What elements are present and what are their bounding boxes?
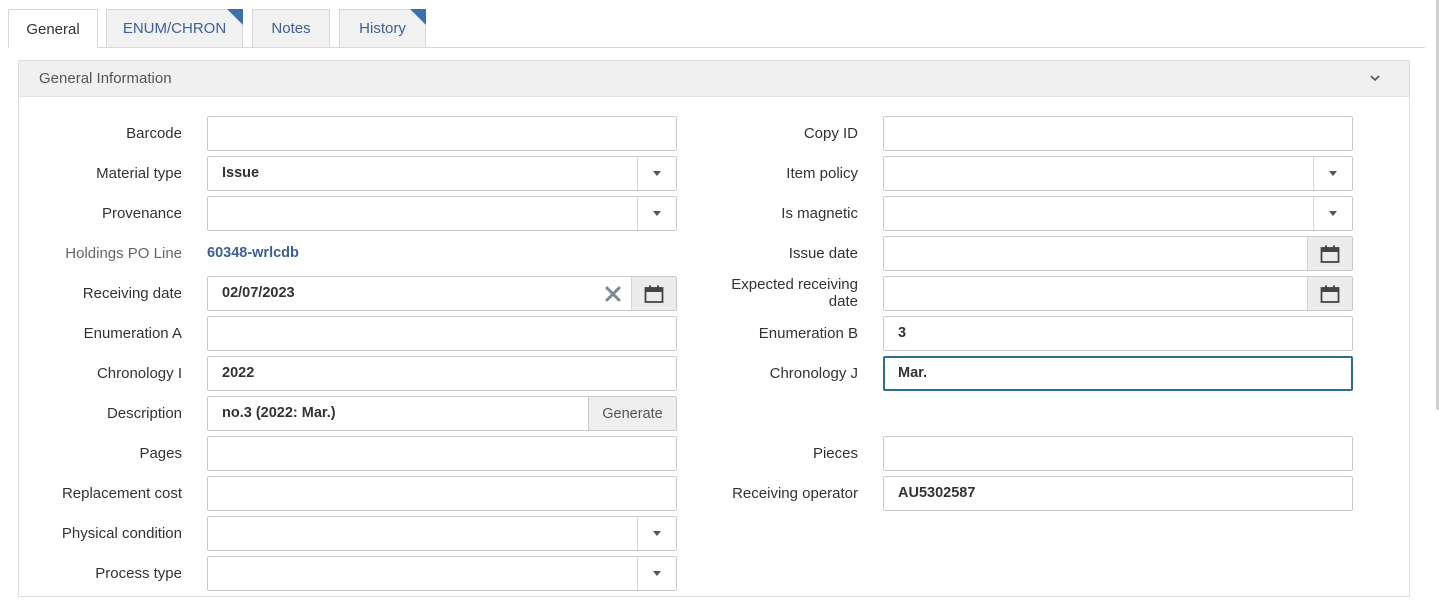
chronology-j-label: Chronology J [769, 365, 858, 382]
enumeration-a-label: Enumeration A [83, 325, 182, 342]
chronology-i-label: Chronology I [96, 365, 182, 382]
generate-button[interactable]: Generate [588, 397, 676, 430]
tab-enum-chron[interactable]: ENUM/CHRON [106, 9, 243, 47]
copy-id-label: Copy ID [803, 125, 858, 142]
dropdown-toggle[interactable] [1313, 157, 1352, 190]
tab-history[interactable]: History [339, 9, 426, 47]
is-magnetic-select[interactable] [883, 196, 1353, 231]
dropdown-toggle[interactable] [637, 157, 676, 190]
item-policy-label: Item policy [786, 165, 858, 182]
tab-notes[interactable]: Notes [252, 9, 330, 47]
receiving-date-label: Receiving date [82, 285, 182, 302]
material-type-label: Material type [96, 165, 182, 182]
dropdown-toggle[interactable] [637, 557, 676, 590]
label-line: Expected receiving [731, 276, 858, 293]
copy-id-input[interactable] [883, 116, 1353, 151]
process-type-select[interactable] [207, 556, 677, 591]
barcode-label: Barcode [126, 125, 182, 142]
tab-general[interactable]: General [8, 9, 98, 48]
description-label: Description [106, 405, 182, 422]
calendar-icon [644, 285, 664, 303]
enumeration-a-input[interactable] [207, 316, 677, 351]
receiving-date-calendar-button[interactable] [631, 277, 676, 310]
chronology-i-input[interactable]: 2022 [207, 356, 677, 391]
dropdown-toggle[interactable] [637, 197, 676, 230]
receiving-date-input[interactable]: 02/07/2023 [207, 276, 677, 311]
tab-label: History [359, 20, 406, 37]
provenance-label: Provenance [101, 205, 182, 222]
chevron-down-icon[interactable] [1369, 72, 1381, 84]
chronology-j-value: Mar. [898, 365, 928, 381]
expected-receiving-date-input[interactable] [883, 276, 1353, 311]
replacement-cost-input[interactable] [207, 476, 677, 511]
enumeration-b-value: 3 [898, 325, 907, 341]
receiving-operator-value: AU5302587 [898, 485, 976, 501]
issue-date-input[interactable] [883, 236, 1353, 271]
receiving-date-value: 02/07/2023 [222, 285, 295, 301]
item-policy-select[interactable] [883, 156, 1353, 191]
chronology-j-input[interactable]: Mar. [883, 356, 1353, 391]
process-type-label: Process type [95, 565, 182, 582]
label-line: date [828, 293, 858, 310]
chevron-down-icon [653, 171, 661, 176]
chevron-down-icon [653, 531, 661, 536]
tab-corner-indicator-icon [227, 9, 243, 25]
pages-input[interactable] [207, 436, 677, 471]
tab-corner-indicator-icon [410, 9, 426, 25]
chevron-down-icon [1329, 171, 1337, 176]
holdings-po-line-link[interactable]: 60348-wrlcdb [207, 245, 299, 261]
material-type-value: Issue [222, 165, 260, 181]
tabs-divider [8, 47, 1425, 48]
tab-label: ENUM/CHRON [122, 20, 227, 37]
calendar-icon [1320, 285, 1340, 303]
pieces-label: Pieces [812, 445, 858, 462]
dropdown-toggle[interactable] [637, 517, 676, 550]
physical-condition-select[interactable] [207, 516, 677, 551]
is-magnetic-label: Is magnetic [781, 205, 858, 222]
physical-condition-label: Physical condition [61, 525, 182, 542]
pieces-input[interactable] [883, 436, 1353, 471]
expected-receiving-date-calendar-button[interactable] [1307, 277, 1352, 310]
material-type-select[interactable]: Issue [207, 156, 677, 191]
holdings-po-line-label: Holdings PO Line [65, 245, 182, 262]
panel-title: General Information [39, 70, 172, 87]
calendar-icon [1320, 245, 1340, 263]
expected-receiving-date-label: Expected receiving date [700, 276, 858, 310]
receiving-operator-input[interactable]: AU5302587 [883, 476, 1353, 511]
description-input[interactable]: no.3 (2022: Mar.) Generate [207, 396, 677, 431]
receiving-operator-label: Receiving operator [732, 485, 858, 502]
chevron-down-icon [1329, 211, 1337, 216]
provenance-select[interactable] [207, 196, 677, 231]
clear-icon[interactable] [604, 285, 622, 303]
pages-label: Pages [139, 445, 182, 462]
chevron-down-icon [653, 571, 661, 576]
issue-date-label: Issue date [788, 245, 858, 262]
issue-date-calendar-button[interactable] [1307, 237, 1352, 270]
barcode-input[interactable] [207, 116, 677, 151]
replacement-cost-label: Replacement cost [61, 485, 182, 502]
chronology-i-value: 2022 [222, 365, 255, 381]
chevron-down-icon [653, 211, 661, 216]
dropdown-toggle[interactable] [1313, 197, 1352, 230]
description-value: no.3 (2022: Mar.) [222, 405, 336, 421]
enumeration-b-input[interactable]: 3 [883, 316, 1353, 351]
panel-header[interactable]: General Information [19, 61, 1409, 97]
enumeration-b-label: Enumeration B [758, 325, 858, 342]
tab-label: Notes [271, 20, 311, 37]
tab-label: General [26, 20, 80, 38]
